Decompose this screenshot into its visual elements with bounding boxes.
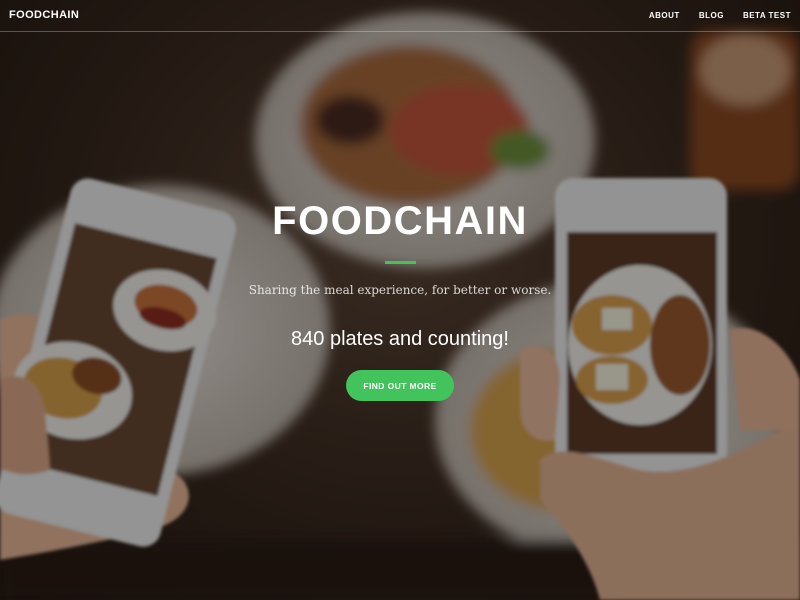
hero-tagline: Sharing the meal experience, for better … xyxy=(248,283,552,297)
top-navbar: FOODCHAIN ABOUT BLOG BETA TEST xyxy=(0,0,800,32)
nav-link-beta-test[interactable]: BETA TEST xyxy=(743,11,791,20)
plates-count-text: 840 plates and counting! xyxy=(291,328,509,350)
landing-page: FOODCHAIN ABOUT BLOG BETA TEST FOODCHAIN… xyxy=(0,0,800,600)
title-divider xyxy=(385,261,416,264)
brand-logo-link[interactable]: FOODCHAIN xyxy=(9,9,79,21)
nav-link-blog[interactable]: BLOG xyxy=(699,11,724,20)
hero-title: FOODCHAIN xyxy=(272,199,528,243)
nav-links: ABOUT BLOG BETA TEST xyxy=(649,11,791,20)
nav-link-about[interactable]: ABOUT xyxy=(649,11,680,20)
hero-section: FOODCHAIN Sharing the meal experience, f… xyxy=(0,0,800,600)
find-out-more-button[interactable]: FIND OUT MORE xyxy=(346,370,454,401)
